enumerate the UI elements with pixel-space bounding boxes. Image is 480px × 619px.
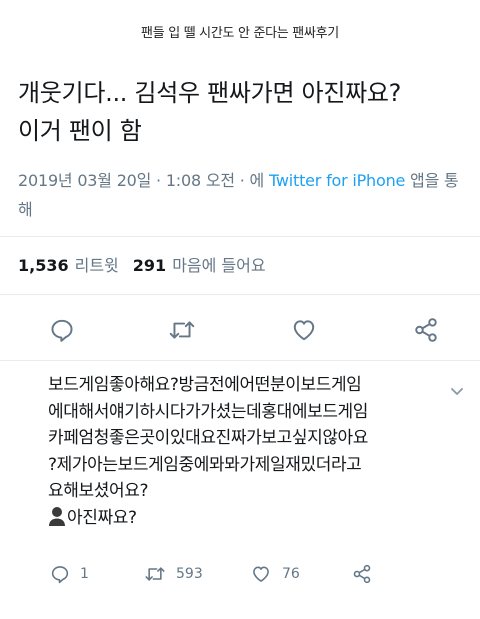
reply-text-line: 아진짜요? [48,505,448,532]
person-silhouette-icon [49,506,65,526]
post-caption: 팬들 입 뗄 시간도 안 준다는 팬싸후기 [141,26,339,41]
reply-text-line: 카페엄청좋은곳이있대요진짜가보고싶지않아요 [48,428,369,448]
divider [0,360,480,361]
source-link[interactable]: Twitter for iPhone [269,171,405,190]
reply-action-bar: 1 593 76 [48,564,468,592]
reply-text-line: 에대해서얘기하시다가가셨는데홍대에보드게임 [48,401,369,422]
reply-count: 1 [80,566,89,582]
reply-button[interactable] [42,312,82,348]
reply-reply-button[interactable]: 1 [50,564,89,584]
reply-icon [51,319,73,342]
tweet-action-bar [0,312,480,348]
reply-tweet[interactable]: 보드게임좋아해요?방금전에어떤분이보드게임 에대해서얘기하시다가가셨는데홍대에보… [0,362,480,619]
reply-retweet-button[interactable]: 593 [144,564,203,584]
retweet-icon [145,567,165,581]
likes-label: 마음에 들어요 [172,256,266,275]
retweets-stat[interactable]: 1,536 리트윗 [18,252,119,276]
retweet-icon [169,321,195,339]
tweet-text-line: 개웃기다... 김석우 팬싸가면 아진짜요? [18,79,402,107]
tweet-stats: 1,536 리트윗 291 마음에 들어요 [18,252,266,276]
tweet-timestamp: 2019년 03월 20일 · 1:08 오전 · 에 [18,171,269,190]
tweet-text-line: 이거 팬이 함 [18,117,142,145]
reply-last-line: 아진짜요? [67,507,137,528]
likes-count: 291 [132,256,167,275]
likes-stat[interactable]: 291 마음에 들어요 [133,252,266,276]
like-button[interactable] [284,312,324,348]
reply-text-line: 보드게임좋아해요?방금전에어떤분이보드게임 [48,375,362,395]
reply-text-line: 요해보셨어요? [48,481,149,501]
like-icon [293,320,315,341]
chevron-down-icon[interactable] [448,382,466,400]
divider [0,236,480,237]
share-icon [353,564,371,584]
share-icon [415,318,437,342]
reply-text: 보드게임좋아해요?방금전에어떤분이보드게임 에대해서얘기하시다가가셨는데홍대에보… [48,372,448,531]
reply-like-button[interactable]: 76 [250,564,300,584]
like-icon [253,566,269,582]
reply-text-line: ?제가아는보드게임중에뫄뫄가제일재밌더라고 [48,454,362,475]
reply-icon [51,566,69,584]
tweet-text: 개웃기다... 김석우 팬싸가면 아진짜요? 이거 팬이 함 [18,74,468,150]
like-count: 76 [282,566,300,582]
divider [0,294,480,295]
reply-share-button[interactable] [352,564,372,584]
retweet-count: 593 [176,566,203,582]
tweet-meta: 2019년 03월 20일 · 1:08 오전 · 에 Twitter for … [18,166,468,224]
retweets-label: 리트윗 [74,256,119,275]
retweet-button[interactable] [162,312,202,348]
share-button[interactable] [406,312,446,348]
retweets-count: 1,536 [18,256,69,275]
